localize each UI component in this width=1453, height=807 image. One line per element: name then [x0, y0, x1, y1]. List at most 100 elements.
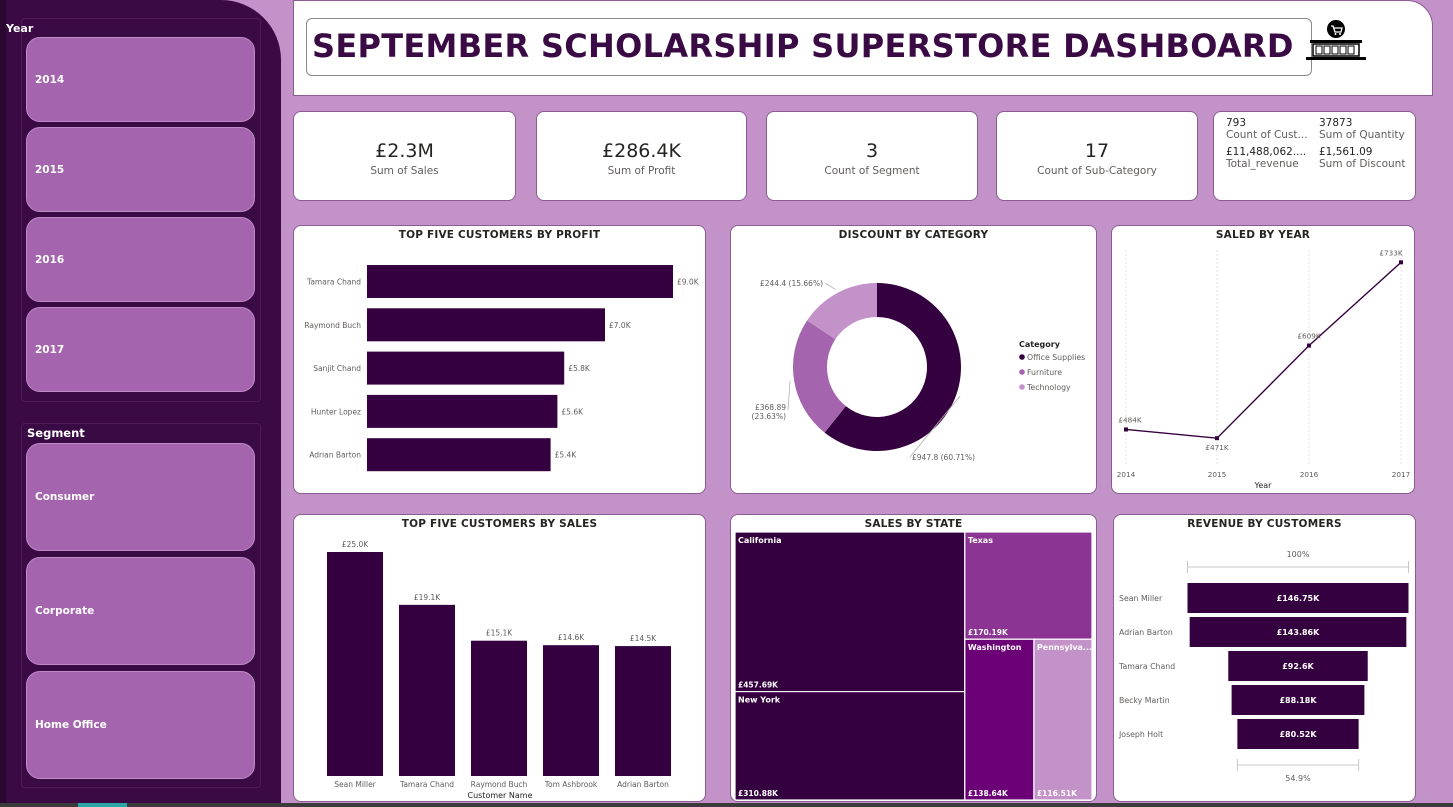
treemap-value-label: £170.19K — [968, 628, 1009, 637]
bar-data-label: £7.0K — [609, 321, 632, 330]
sales-line — [1125, 261, 1402, 439]
column-data-label: £14.6K — [558, 633, 585, 642]
treemap-category-label: California — [738, 536, 782, 545]
treemap-value-label: £116.51K — [1037, 789, 1078, 798]
sales-column-chart: £25.0K Sean Miller £19.1K Tamara Chand £15.1… — [327, 540, 671, 800]
treemap-category-label: New York — [738, 696, 781, 705]
line-point — [1124, 427, 1128, 432]
column-data-label: £19.1K — [414, 593, 441, 602]
kpi-sales-card: £2.3M Sum of Sales — [293, 111, 516, 201]
state-chart-card: SALES BY STATE California £457.69K New Yor… — [730, 514, 1097, 802]
kpi-value: £2.3M — [375, 140, 434, 162]
legend-label: Technology — [1026, 383, 1071, 392]
bar-data-label: £9.0K — [677, 278, 700, 287]
kpi-label: Sum of Profit — [607, 165, 676, 177]
year-option-2016[interactable]: 2016 — [26, 217, 255, 302]
treemap-tile — [964, 638, 1035, 801]
sales-column — [471, 640, 527, 776]
treemap-value-label: £138.64K — [968, 789, 1009, 798]
kpi-value: 3 — [865, 140, 879, 162]
treemap-tile — [734, 690, 966, 801]
sales-chart-card: TOP FIVE CUSTOMERS BY SALES £25.0K Sean M… — [293, 514, 706, 802]
treemap-category-label: Washington — [968, 643, 1022, 652]
state-treemap: California £457.69K New York £310.88K Texas £… — [734, 531, 1093, 801]
funnel-data-label: £143.86K — [1277, 628, 1320, 637]
bar-data-label: £5.6K — [561, 407, 584, 416]
profit-bar — [367, 351, 565, 385]
segment-option-consumer[interactable]: Consumer — [26, 443, 255, 551]
funnel-category-label: Adrian Barton — [1119, 628, 1173, 637]
x-tick-label: 2015 — [1208, 470, 1227, 479]
x-axis-title: Customer Name — [467, 791, 532, 800]
kpi-label: Count of Segment — [824, 165, 920, 177]
store-icon — [1306, 20, 1366, 60]
funnel-data-label: £92.6K — [1282, 662, 1314, 671]
multi-kpi-value: 793 — [1226, 117, 1247, 129]
line-data-label: £484K — [1118, 415, 1142, 424]
funnel-category-label: Joseph Holt — [1118, 730, 1163, 739]
dashboard-title: SEPTEMBER SCHOLARSHIP SUPERSTORE DASHBOA… — [312, 27, 1294, 65]
kpi-label: Count of Sub-Category — [1037, 165, 1157, 177]
legend-marker — [1019, 354, 1025, 360]
revenue-chart-card: REVENUE BY CUSTOMERS 100% Sean Miller £146… — [1113, 514, 1416, 802]
funnel-top-label: 100% — [1287, 550, 1310, 559]
legend-marker — [1019, 384, 1025, 390]
funnel-data-label: £88.18K — [1279, 696, 1317, 705]
funnel-category-label: Becky Martin — [1119, 696, 1170, 705]
donut-data-label: (23.63%) — [752, 412, 787, 421]
line-point — [1215, 436, 1219, 441]
discount-chart-card: DISCOUNT BY CATEGORY £947.8 (60.71%) £368… — [730, 225, 1097, 494]
donut-slice — [793, 320, 846, 433]
treemap-value-label: £457.69K — [738, 681, 779, 690]
x-tick-label: Adrian Barton — [617, 780, 669, 789]
legend-marker — [1019, 369, 1025, 375]
line-data-label: £733K — [1379, 248, 1403, 257]
x-axis-title: Year — [1254, 481, 1273, 490]
donut-leader-line — [787, 380, 791, 411]
year-line-chart: £484K 2014 £471K 2015 £609K 2016 £733K 2017 Year — [1117, 248, 1411, 490]
x-tick-label: Tamara Chand — [399, 780, 454, 789]
kpi-subcategory-card: 17 Count of Sub-Category — [996, 111, 1198, 201]
multi-kpi-value: £11,488,062.... — [1226, 146, 1307, 158]
line-point — [1307, 343, 1311, 348]
multi-kpi-card: 793 Count of Cust... 37873 Sum of Quanti… — [1213, 111, 1416, 201]
year-chart-card: SALED BY YEAR £484K 2014 £471K 2015 £609K 201… — [1111, 225, 1415, 494]
segment-option-home-office[interactable]: Home Office — [26, 671, 255, 779]
x-tick-label: 2017 — [1392, 470, 1411, 479]
kpi-value: £286.4K — [602, 140, 681, 162]
sales-column — [399, 604, 455, 776]
legend-title: Category — [1019, 340, 1061, 349]
donut-data-label: £244.4 (15.66%) — [760, 279, 823, 288]
line-point — [1399, 260, 1403, 265]
sidebar-strip — [0, 0, 6, 803]
title-box: SEPTEMBER SCHOLARSHIP SUPERSTORE DASHBOA… — [306, 18, 1312, 76]
multi-kpi-label: Total_revenue — [1226, 158, 1299, 170]
kpi-segment-card: 3 Count of Segment — [766, 111, 978, 201]
treemap-tile — [1033, 638, 1093, 801]
year-option-2017[interactable]: 2017 — [26, 307, 255, 392]
discount-donut-chart: £947.8 (60.71%) £368.89(23.63%) £244.4 (15… — [752, 279, 1086, 462]
treemap-value-label: £310.88K — [738, 789, 779, 798]
header: SEPTEMBER SCHOLARSHIP SUPERSTORE DASHBOA… — [293, 0, 1433, 96]
funnel-data-label: £146.75K — [1277, 594, 1320, 603]
sales-column — [543, 645, 599, 776]
profit-bar — [367, 308, 605, 342]
treemap-category-label: Texas — [968, 536, 993, 545]
bar-data-label: £5.4K — [555, 451, 578, 460]
treemap-tile — [964, 531, 1093, 640]
x-tick-label: 2016 — [1300, 470, 1319, 479]
profit-chart-card: TOP FIVE CUSTOMERS BY PROFIT Tamara Chan… — [293, 225, 706, 494]
kpi-value: 17 — [1084, 140, 1110, 162]
column-data-label: £15.1K — [486, 629, 513, 638]
x-tick-label: Tom Ashbrook — [544, 780, 598, 789]
x-tick-label: Raymond Buch — [471, 780, 528, 789]
kpi-label: Sum of Sales — [370, 165, 439, 177]
year-option-2015[interactable]: 2015 — [26, 127, 255, 212]
segment-option-corporate[interactable]: Corporate — [26, 557, 255, 665]
segment-slicer-title: Segment — [27, 426, 85, 440]
legend-label: Office Supplies — [1027, 353, 1085, 362]
bar-category-label: Raymond Buch — [304, 321, 361, 330]
year-option-2014[interactable]: 2014 — [26, 37, 255, 122]
donut-leader-line — [824, 282, 836, 290]
multi-kpi-label: Sum of Discount — [1319, 158, 1406, 170]
